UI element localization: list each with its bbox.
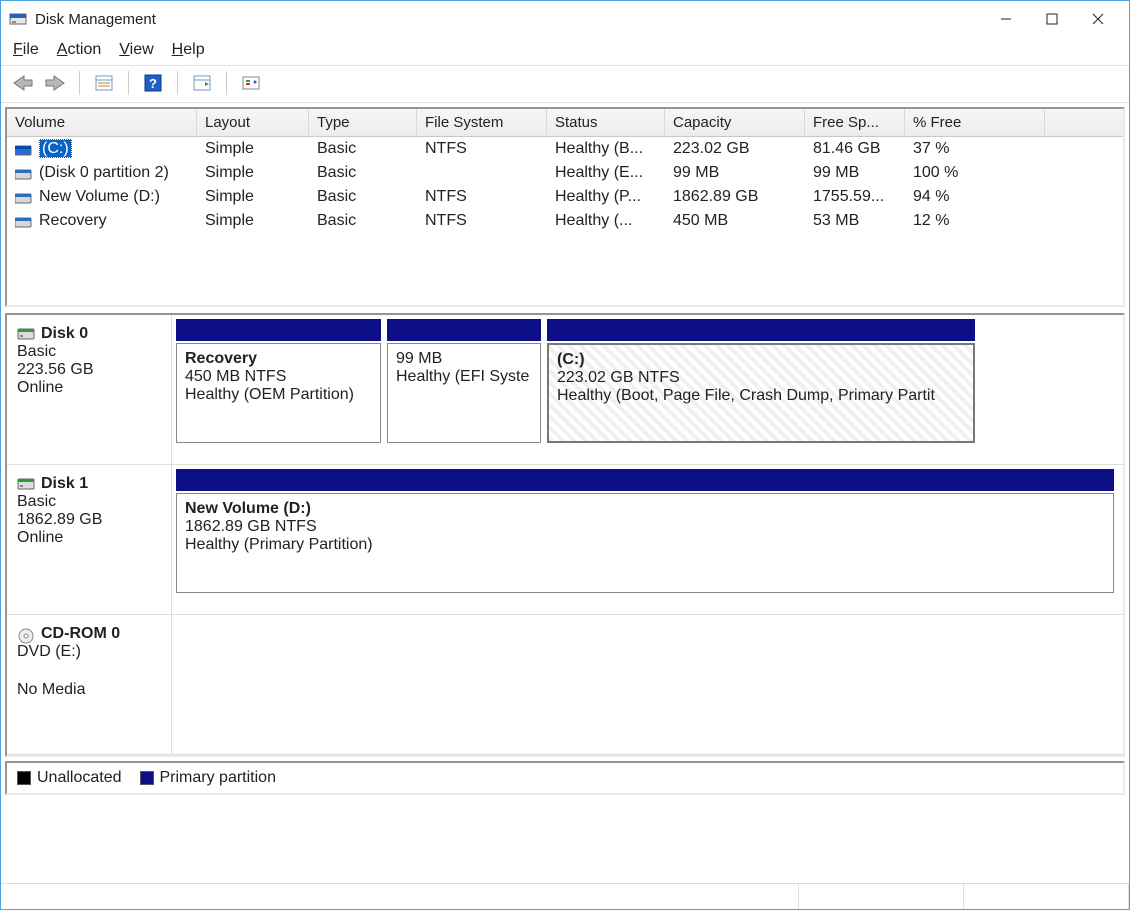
partition-box[interactable]: 99 MB Healthy (EFI Syste xyxy=(387,343,541,443)
disk-row[interactable]: Disk 0 Basic 223.56 GB OnlineRecovery 45… xyxy=(7,315,1123,465)
partition-box[interactable]: New Volume (D:) 1862.89 GB NTFS Healthy … xyxy=(176,493,1114,593)
volume-list[interactable]: Volume Layout Type File System Status Ca… xyxy=(5,107,1125,307)
window-title: Disk Management xyxy=(35,11,983,28)
partition-stripe xyxy=(547,319,975,341)
menu-file[interactable]: File xyxy=(13,41,39,59)
disk-info: Disk 0 Basic 223.56 GB Online xyxy=(7,315,172,464)
volume-icon xyxy=(15,191,33,203)
statusbar xyxy=(1,883,1129,909)
disk-graphical-view[interactable]: Disk 0 Basic 223.56 GB OnlineRecovery 45… xyxy=(5,313,1125,757)
column-header-pctfree[interactable]: % Free xyxy=(905,109,1045,136)
disk-info: Disk 1 Basic 1862.89 GB Online xyxy=(7,465,172,614)
volume-icon xyxy=(15,167,33,179)
volume-row[interactable]: Recovery Simple Basic NTFS Healthy (... … xyxy=(7,209,1123,233)
hdd-icon xyxy=(17,327,35,341)
volume-row[interactable]: (C:) Simple Basic NTFS Healthy (B... 223… xyxy=(7,137,1123,161)
disk-partitions: New Volume (D:) 1862.89 GB NTFS Healthy … xyxy=(172,465,1123,614)
column-header-freespace[interactable]: Free Sp... xyxy=(805,109,905,136)
hdd-icon xyxy=(17,477,35,491)
app-icon xyxy=(9,10,27,28)
toolbar: ? xyxy=(1,65,1129,103)
svg-text:?: ? xyxy=(149,76,157,91)
properties-button[interactable] xyxy=(90,70,118,96)
disk-info: CD-ROM 0 DVD (E:) No Media xyxy=(7,615,172,754)
volume-row[interactable]: New Volume (D:) Simple Basic NTFS Health… xyxy=(7,185,1123,209)
column-header-layout[interactable]: Layout xyxy=(197,109,309,136)
close-button[interactable] xyxy=(1075,4,1121,34)
disk-row[interactable]: CD-ROM 0 DVD (E:) No Media xyxy=(7,615,1123,755)
volume-list-header: Volume Layout Type File System Status Ca… xyxy=(7,109,1123,137)
window-controls xyxy=(983,4,1121,34)
forward-button[interactable] xyxy=(41,70,69,96)
menu-action[interactable]: Action xyxy=(57,41,101,59)
column-header-type[interactable]: Type xyxy=(309,109,417,136)
disk-management-window: Disk Management File Action View Help ? xyxy=(0,0,1130,910)
volume-row[interactable]: (Disk 0 partition 2) Simple Basic Health… xyxy=(7,161,1123,185)
disk-partitions: Recovery 450 MB NTFS Healthy (OEM Partit… xyxy=(172,315,1123,464)
content-area: Volume Layout Type File System Status Ca… xyxy=(1,103,1129,883)
partition-stripe xyxy=(387,319,541,341)
legend-unallocated: Unallocated xyxy=(17,769,122,787)
menu-help[interactable]: Help xyxy=(172,41,205,59)
column-header-status[interactable]: Status xyxy=(547,109,665,136)
column-header-filesystem[interactable]: File System xyxy=(417,109,547,136)
menubar: File Action View Help xyxy=(1,37,1129,65)
partition-stripe xyxy=(176,469,1114,491)
legend: Unallocated Primary partition xyxy=(5,761,1125,795)
column-header-volume[interactable]: Volume xyxy=(7,109,197,136)
partition-box[interactable]: (C:) 223.02 GB NTFS Healthy (Boot, Page … xyxy=(547,343,975,443)
legend-primary: Primary partition xyxy=(140,769,276,787)
partition-box[interactable]: Recovery 450 MB NTFS Healthy (OEM Partit… xyxy=(176,343,381,443)
minimize-button[interactable] xyxy=(983,4,1029,34)
titlebar[interactable]: Disk Management xyxy=(1,1,1129,37)
cdrom-icon xyxy=(17,627,35,641)
disk-partitions xyxy=(172,615,1123,754)
volume-icon xyxy=(15,215,33,227)
disk-row[interactable]: Disk 1 Basic 1862.89 GB OnlineNew Volume… xyxy=(7,465,1123,615)
volume-icon xyxy=(15,143,33,155)
menu-view[interactable]: View xyxy=(119,41,153,59)
settings-button[interactable] xyxy=(237,70,265,96)
partition-stripe xyxy=(176,319,381,341)
help-button[interactable]: ? xyxy=(139,70,167,96)
back-button[interactable] xyxy=(9,70,37,96)
detail-view-button[interactable] xyxy=(188,70,216,96)
maximize-button[interactable] xyxy=(1029,4,1075,34)
column-header-capacity[interactable]: Capacity xyxy=(665,109,805,136)
